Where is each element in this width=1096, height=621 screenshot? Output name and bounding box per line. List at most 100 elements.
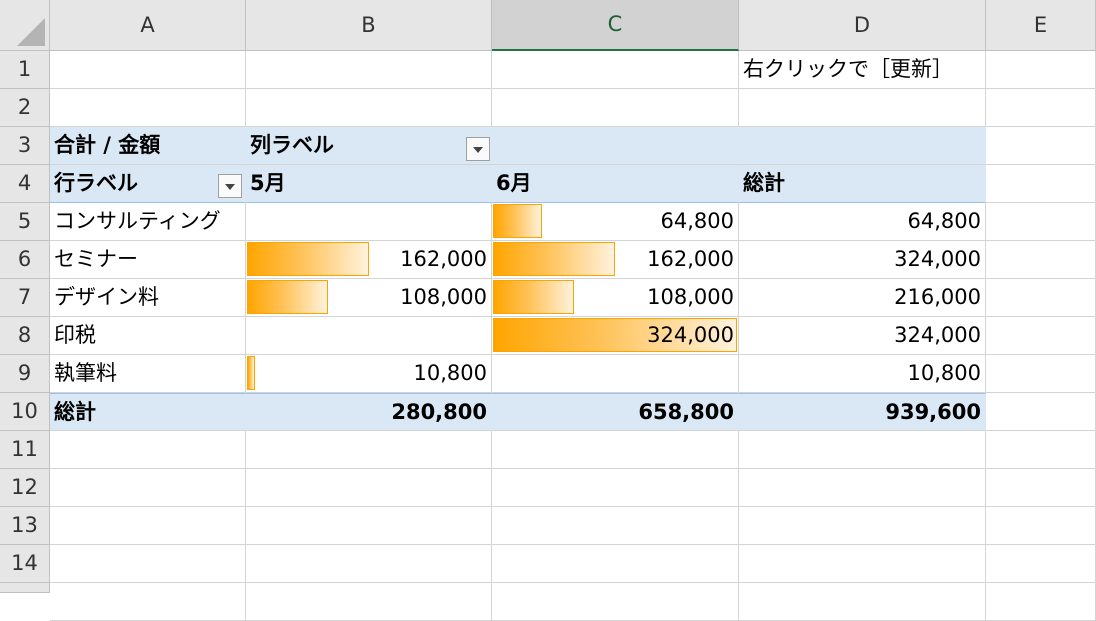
value-cell-may[interactable]: 162,000 — [246, 241, 492, 279]
pivot-values-label[interactable]: 合計 / 金額 — [50, 127, 246, 165]
cell-e3[interactable] — [986, 127, 1096, 165]
value-cell-june[interactable] — [492, 355, 739, 393]
pivot-col-labels-title[interactable]: 列ラベル — [246, 127, 492, 165]
cell-c14[interactable] — [492, 545, 739, 583]
pivot-row-labels-title[interactable]: 行ラベル — [50, 165, 246, 203]
grand-total-label[interactable]: 総計 — [50, 393, 246, 431]
cell-b15[interactable] — [246, 583, 492, 621]
cell-b2[interactable] — [246, 89, 492, 127]
cell-c2[interactable] — [492, 89, 739, 127]
row-label-cell[interactable]: セミナー — [50, 241, 246, 279]
cell-a2[interactable] — [50, 89, 246, 127]
cell-e1[interactable] — [986, 51, 1096, 89]
row-label-cell[interactable]: コンサルティング — [50, 203, 246, 241]
row-header-9[interactable]: 9 — [0, 355, 50, 393]
row-header-11[interactable]: 11 — [0, 431, 50, 469]
pivot-col-header-may[interactable]: 5月 — [246, 165, 492, 203]
col-labels-filter-dropdown[interactable] — [466, 137, 490, 161]
cell-a12[interactable] — [50, 469, 246, 507]
cell-e14[interactable] — [986, 545, 1096, 583]
column-header-d[interactable]: D — [739, 0, 986, 51]
cell-e10[interactable] — [986, 393, 1096, 431]
cell-d2[interactable] — [739, 89, 986, 127]
value-cell-june[interactable]: 64,800 — [492, 203, 739, 241]
value-cell-june[interactable]: 162,000 — [492, 241, 739, 279]
value-cell-total[interactable]: 324,000 — [739, 241, 986, 279]
row-header-12[interactable]: 12 — [0, 469, 50, 507]
value-cell-june[interactable]: 324,000 — [492, 317, 739, 355]
cell-d1[interactable]: 右クリックで［更新］ — [739, 51, 986, 89]
cell-e4[interactable] — [986, 165, 1096, 203]
cell-a1[interactable] — [50, 51, 246, 89]
pivot-col-header-total[interactable]: 総計 — [739, 165, 986, 203]
row-header-1[interactable]: 1 — [0, 51, 50, 89]
cell-b14[interactable] — [246, 545, 492, 583]
row-header-2[interactable]: 2 — [0, 89, 50, 127]
column-header-c[interactable]: C — [492, 0, 739, 51]
cell-c12[interactable] — [492, 469, 739, 507]
value-cell-may[interactable] — [246, 317, 492, 355]
select-all-corner[interactable] — [0, 0, 50, 51]
column-header-a[interactable]: A — [50, 0, 246, 51]
row-header-14[interactable]: 14 — [0, 545, 50, 583]
row-header-13[interactable]: 13 — [0, 507, 50, 545]
grand-total-june[interactable]: 658,800 — [492, 393, 739, 431]
cell-e11[interactable] — [986, 431, 1096, 469]
value-text: 108,000 — [400, 285, 487, 309]
cell-e5[interactable] — [986, 203, 1096, 241]
cell-d11[interactable] — [739, 431, 986, 469]
row-header-5[interactable]: 5 — [0, 203, 50, 241]
cell-c1[interactable] — [492, 51, 739, 89]
cell-e15[interactable] — [986, 583, 1096, 621]
pivot-col-header-june[interactable]: 6月 — [492, 165, 739, 203]
cell-e6[interactable] — [986, 241, 1096, 279]
row-labels-filter-dropdown[interactable] — [218, 174, 242, 198]
value-cell-total[interactable]: 216,000 — [739, 279, 986, 317]
cell-a13[interactable] — [50, 507, 246, 545]
cell-d3[interactable] — [739, 127, 986, 165]
cell-d13[interactable] — [739, 507, 986, 545]
cell-b12[interactable] — [246, 469, 492, 507]
column-header-e[interactable]: E — [986, 0, 1096, 51]
cell-b11[interactable] — [246, 431, 492, 469]
row-header-15[interactable] — [0, 583, 50, 593]
grand-total-may[interactable]: 280,800 — [246, 393, 492, 431]
value-cell-may[interactable]: 10,800 — [246, 355, 492, 393]
cell-c11[interactable] — [492, 431, 739, 469]
row-header-10[interactable]: 10 — [0, 393, 50, 431]
value-cell-total[interactable]: 10,800 — [739, 355, 986, 393]
row-header-7[interactable]: 7 — [0, 279, 50, 317]
cell-e13[interactable] — [986, 507, 1096, 545]
value-cell-may[interactable]: 108,000 — [246, 279, 492, 317]
row-header-3[interactable]: 3 — [0, 127, 50, 165]
cell-d15[interactable] — [739, 583, 986, 621]
cell-c13[interactable] — [492, 507, 739, 545]
cell-c15[interactable] — [492, 583, 739, 621]
row-header-8[interactable]: 8 — [0, 317, 50, 355]
row-header-6[interactable]: 6 — [0, 241, 50, 279]
row-label-cell[interactable]: デザイン料 — [50, 279, 246, 317]
cell-c3[interactable] — [492, 127, 739, 165]
cell-e8[interactable] — [986, 317, 1096, 355]
row-label-cell[interactable]: 印税 — [50, 317, 246, 355]
data-bar — [247, 242, 369, 276]
cell-e12[interactable] — [986, 469, 1096, 507]
cell-a15[interactable] — [50, 583, 246, 621]
row-header-4[interactable]: 4 — [0, 165, 50, 203]
row-label-cell[interactable]: 執筆料 — [50, 355, 246, 393]
cell-e7[interactable] — [986, 279, 1096, 317]
value-cell-total[interactable]: 324,000 — [739, 317, 986, 355]
cell-a14[interactable] — [50, 545, 246, 583]
value-cell-june[interactable]: 108,000 — [492, 279, 739, 317]
cell-e9[interactable] — [986, 355, 1096, 393]
cell-d12[interactable] — [739, 469, 986, 507]
cell-b13[interactable] — [246, 507, 492, 545]
value-cell-may[interactable] — [246, 203, 492, 241]
value-cell-total[interactable]: 64,800 — [739, 203, 986, 241]
cell-e2[interactable] — [986, 89, 1096, 127]
column-header-b[interactable]: B — [246, 0, 492, 51]
grand-total-total[interactable]: 939,600 — [739, 393, 986, 431]
cell-d14[interactable] — [739, 545, 986, 583]
cell-b1[interactable] — [246, 51, 492, 89]
cell-a11[interactable] — [50, 431, 246, 469]
